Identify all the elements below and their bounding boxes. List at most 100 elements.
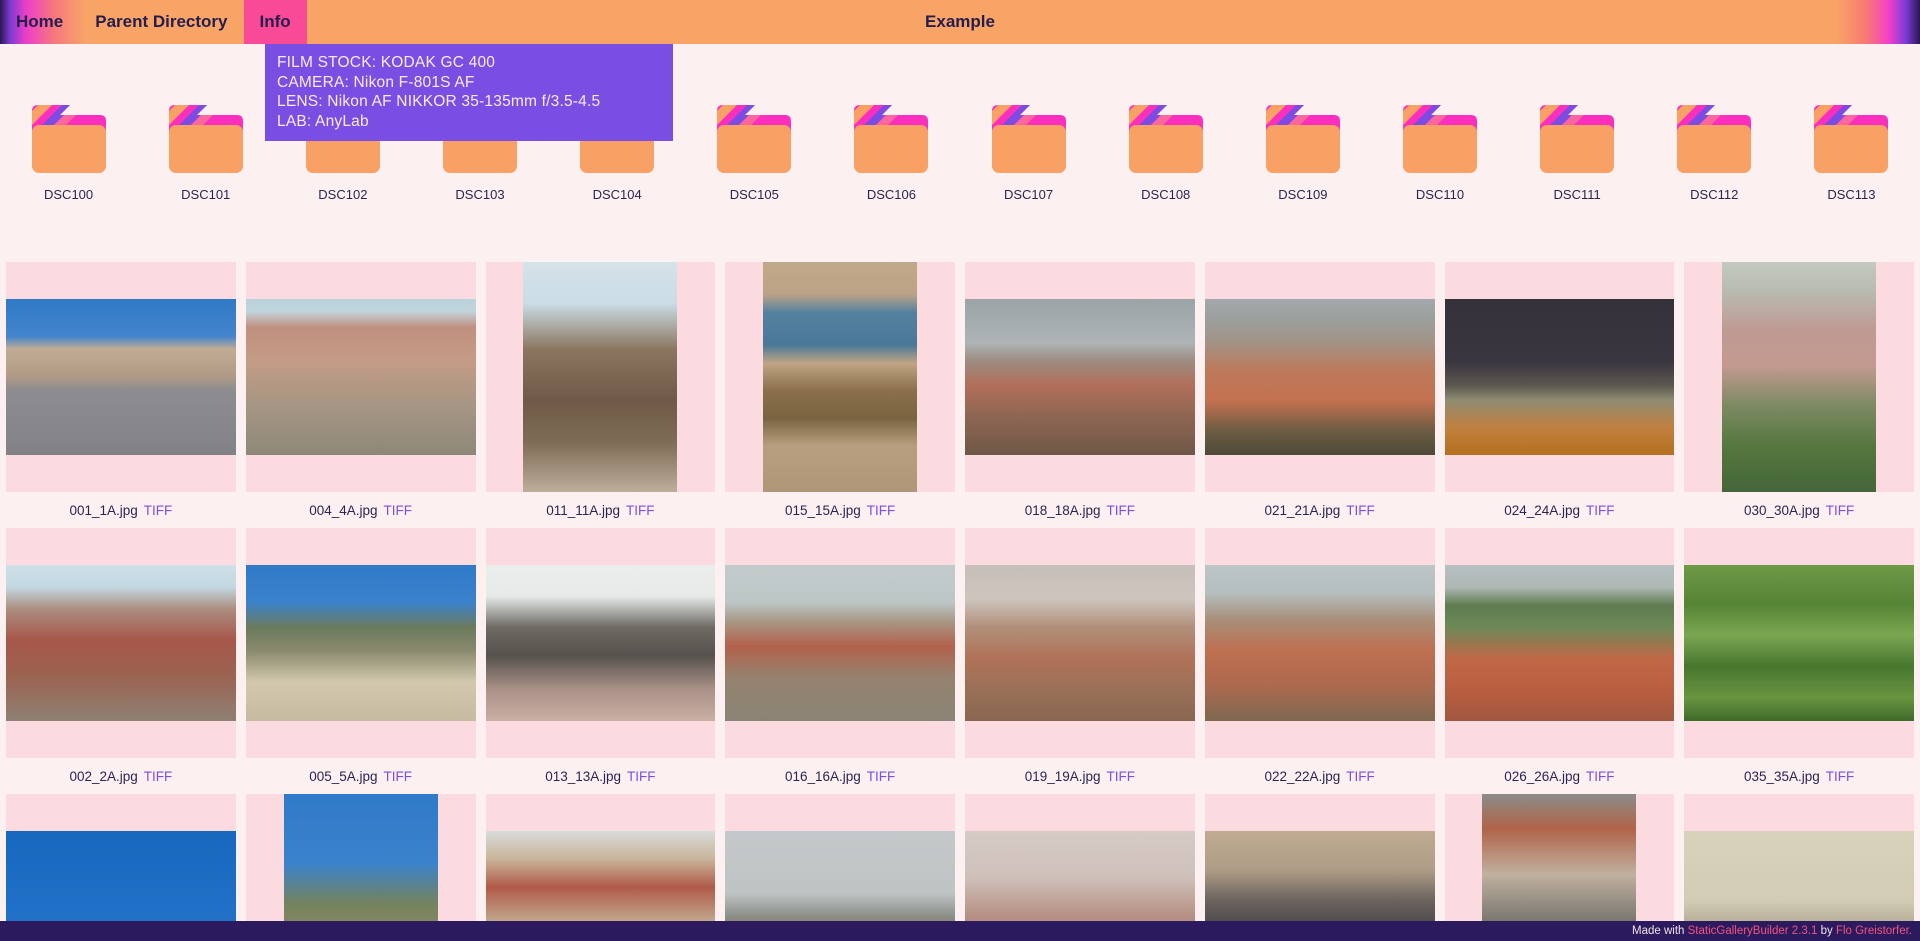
photo-thumbnail-card[interactable]: [725, 528, 955, 758]
photo-item: 035_35A.jpgTIFF: [1684, 528, 1914, 794]
photo-caption: 018_18A.jpgTIFF: [965, 492, 1195, 528]
folder-label: DSC102: [318, 187, 367, 202]
photo-thumbnail-card[interactable]: [1684, 528, 1914, 758]
photo-thumbnail-card[interactable]: [486, 262, 716, 492]
photo-filename: 030_30A.jpg: [1744, 503, 1820, 518]
folder-dsc111[interactable]: DSC111: [1509, 103, 1646, 202]
nav-item-parent-directory[interactable]: Parent Directory: [79, 0, 243, 44]
tiff-link[interactable]: TIFF: [1826, 769, 1855, 784]
photo-thumbnail-card[interactable]: [1445, 262, 1675, 492]
photo-thumbnail[interactable]: [284, 794, 438, 941]
photo-filename: 002_2A.jpg: [69, 769, 137, 784]
photo-item: 011_11A.jpg TIFF: [486, 262, 716, 528]
photo-thumbnail-card[interactable]: [1445, 794, 1675, 941]
photo-thumbnail[interactable]: [1445, 299, 1675, 455]
folder-icon: [1534, 103, 1620, 175]
photo-filename: 005_5A.jpg: [309, 769, 377, 784]
photo-thumbnail-card[interactable]: [1205, 262, 1435, 492]
tiff-link[interactable]: TIFF: [384, 769, 413, 784]
photo-thumbnail-card[interactable]: [725, 262, 955, 492]
photo-thumbnail[interactable]: [6, 565, 236, 721]
photo-caption: 021_21A.jpgTIFF: [1205, 492, 1435, 528]
photo-thumbnail-card[interactable]: [246, 794, 476, 941]
folder-dsc113[interactable]: DSC113: [1783, 103, 1920, 202]
tiff-link[interactable]: TIFF: [1107, 769, 1136, 784]
photo-thumbnail[interactable]: [1445, 565, 1675, 721]
photo-filename: 011_11A.jpg: [546, 503, 620, 518]
tiff-link[interactable]: TIFF: [1826, 503, 1855, 518]
photo-thumbnail-card[interactable]: [1205, 794, 1435, 941]
photo-thumbnail-card[interactable]: [1445, 528, 1675, 758]
folder-label: DSC109: [1278, 187, 1327, 202]
photo-thumbnail-card[interactable]: [965, 528, 1195, 758]
folder-dsc107[interactable]: DSC107: [960, 103, 1097, 202]
folder-icon: [1808, 103, 1894, 175]
photo-thumbnail[interactable]: [486, 565, 716, 721]
photo-thumbnail-card[interactable]: [965, 262, 1195, 492]
photo-thumbnail[interactable]: [523, 262, 677, 492]
tiff-link[interactable]: TIFF: [144, 503, 173, 518]
photo-thumbnail-card[interactable]: [486, 794, 716, 941]
folder-dsc112[interactable]: DSC112: [1646, 103, 1783, 202]
photo-thumbnail-card[interactable]: [6, 528, 236, 758]
folder-dsc108[interactable]: DSC108: [1097, 103, 1234, 202]
photo-caption: 005_5A.jpg TIFF: [246, 758, 476, 794]
photo-caption: 016_16A.jpgTIFF: [725, 758, 955, 794]
tiff-link[interactable]: TIFF: [627, 769, 656, 784]
tiff-link[interactable]: TIFF: [384, 503, 413, 518]
folder-icon: [1260, 103, 1346, 175]
photo-thumbnail[interactable]: [1722, 262, 1876, 492]
photo-filename: 022_22A.jpg: [1264, 769, 1340, 784]
photo-thumbnail-card[interactable]: [965, 794, 1195, 941]
photo-thumbnail-card[interactable]: [486, 528, 716, 758]
photo-thumbnail[interactable]: [6, 299, 236, 455]
tiff-link[interactable]: TIFF: [867, 769, 896, 784]
photo-thumbnail[interactable]: [246, 299, 476, 455]
photo-caption: 015_15A.jpg TIFF: [725, 492, 955, 528]
tiff-link[interactable]: TIFF: [867, 503, 896, 518]
photo-thumbnail-card[interactable]: [246, 528, 476, 758]
photo-thumbnail[interactable]: [1482, 794, 1636, 941]
tiff-link[interactable]: TIFF: [1346, 503, 1375, 518]
photo-item: [725, 794, 955, 941]
photo-caption: 035_35A.jpgTIFF: [1684, 758, 1914, 794]
folder-dsc101[interactable]: DSC101: [137, 103, 274, 202]
folder-dsc110[interactable]: DSC110: [1371, 103, 1508, 202]
photo-thumbnail[interactable]: [246, 565, 476, 721]
tiff-link[interactable]: TIFF: [1586, 769, 1615, 784]
tiff-link[interactable]: TIFF: [1346, 769, 1375, 784]
photo-thumbnail-card[interactable]: [6, 262, 236, 492]
footer-builder-link[interactable]: StaticGalleryBuilder 2.3.1: [1688, 925, 1818, 937]
photo-thumbnail-card[interactable]: [725, 794, 955, 941]
tiff-link[interactable]: TIFF: [1586, 503, 1615, 518]
folder-dsc109[interactable]: DSC109: [1234, 103, 1371, 202]
folder-icon: [848, 103, 934, 175]
footer-author-link[interactable]: Flo Greistorfer.: [1836, 925, 1912, 937]
photo-item: 019_19A.jpgTIFF: [965, 528, 1195, 794]
nav-item-home[interactable]: Home: [0, 0, 79, 44]
nav-item-info[interactable]: Info: [244, 0, 307, 44]
photo-thumbnail-card[interactable]: [6, 794, 236, 941]
gallery-page: Home Parent Directory Info Example FILM …: [0, 0, 1920, 941]
folder-dsc106[interactable]: DSC106: [823, 103, 960, 202]
folder-dsc100[interactable]: DSC100: [0, 103, 137, 202]
photo-thumbnail[interactable]: [1205, 565, 1435, 721]
photo-thumbnail-card[interactable]: [1205, 528, 1435, 758]
folder-dsc105[interactable]: DSC105: [686, 103, 823, 202]
photo-item: [6, 794, 236, 941]
photo-thumbnail[interactable]: [1205, 299, 1435, 455]
photo-thumbnail-card[interactable]: [1684, 794, 1914, 941]
photo-thumbnail[interactable]: [965, 565, 1195, 721]
photo-item: [246, 794, 476, 941]
tiff-link[interactable]: TIFF: [144, 769, 173, 784]
photo-thumbnail-card[interactable]: [1684, 262, 1914, 492]
photo-filename: 015_15A.jpg: [785, 503, 861, 518]
tiff-link[interactable]: TIFF: [1107, 503, 1136, 518]
photo-thumbnail[interactable]: [965, 299, 1195, 455]
photo-thumbnail[interactable]: [763, 262, 917, 492]
tiff-link[interactable]: TIFF: [626, 503, 655, 518]
photo-caption: 024_24A.jpgTIFF: [1445, 492, 1675, 528]
photo-thumbnail-card[interactable]: [246, 262, 476, 492]
photo-thumbnail[interactable]: [1684, 565, 1914, 721]
photo-thumbnail[interactable]: [725, 565, 955, 721]
